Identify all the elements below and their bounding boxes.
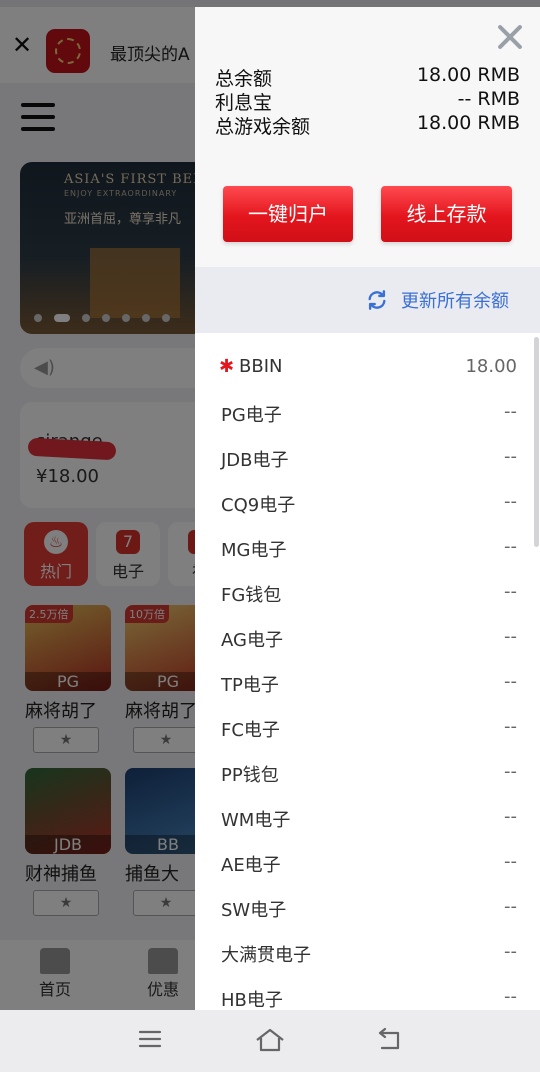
game-balance-item[interactable]: AE电子 -- [221, 851, 517, 881]
asterisk-icon: ✱ [219, 356, 235, 377]
game-balance-item[interactable]: 大满贯电子 -- [221, 941, 517, 971]
refresh-label: 更新所有余额 [401, 291, 509, 312]
refresh-all-button[interactable]: 更新所有余额 [195, 267, 540, 333]
system-nav-bar [0, 1010, 540, 1072]
game-balance-item[interactable]: WM电子 -- [221, 806, 517, 836]
balance-summary: 总余额 18.00 RMB 利息宝 -- RMB 总游戏余额 18.00 RMB… [195, 7, 540, 267]
game-balance-item[interactable]: PP钱包 -- [221, 761, 517, 791]
game-balance-item[interactable]: SW电子 -- [221, 896, 517, 926]
back-icon[interactable] [376, 1027, 404, 1053]
game-balance-item[interactable]: FC电子 -- [221, 716, 517, 746]
menu-icon[interactable] [138, 1027, 162, 1051]
game-balance-item[interactable]: FG钱包 -- [221, 581, 517, 611]
game-balance-item[interactable]: AG电子 -- [221, 626, 517, 656]
close-icon[interactable] [496, 23, 524, 51]
game-balance-item[interactable]: HB电子 -- [221, 986, 517, 1010]
game-balance-item[interactable]: MG电子 -- [221, 536, 517, 566]
interest-balance-row: 利息宝 -- RMB [215, 88, 520, 114]
collect-all-button[interactable]: 一键归户 [223, 186, 353, 242]
balance-drawer: 总余额 18.00 RMB 利息宝 -- RMB 总游戏余额 18.00 RMB… [195, 7, 540, 1010]
home-outline-icon[interactable] [254, 1027, 286, 1053]
game-balance-item[interactable]: JDB电子 -- [221, 446, 517, 476]
game-balance-item[interactable]: ✱ BBIN 18.00 [219, 356, 517, 386]
game-balance-item[interactable]: CQ9电子 -- [221, 491, 517, 521]
game-balance-item[interactable]: PG电子 -- [221, 401, 517, 431]
online-deposit-button[interactable]: 线上存款 [381, 186, 512, 242]
total-balance-row: 总余额 18.00 RMB [215, 64, 520, 90]
game-balance-row: 总游戏余额 18.00 RMB [215, 112, 520, 138]
drawer-scrollbar[interactable] [534, 337, 539, 547]
refresh-icon [368, 290, 386, 310]
game-balance-item[interactable]: TP电子 -- [221, 671, 517, 701]
